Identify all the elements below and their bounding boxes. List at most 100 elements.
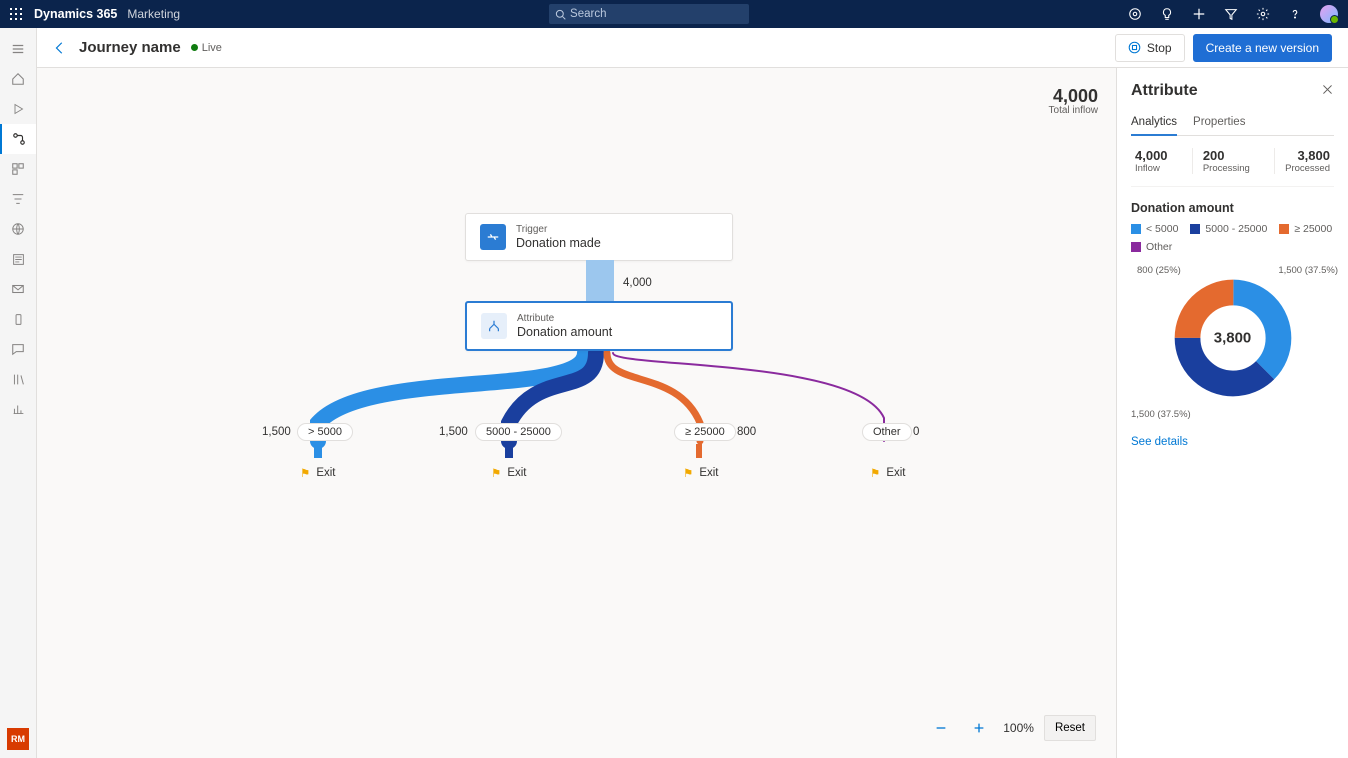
legend-swatch (1131, 224, 1141, 234)
nav-globe-icon[interactable] (0, 214, 36, 244)
trigger-kicker: Trigger (516, 224, 601, 235)
nav-filters-icon[interactable] (0, 184, 36, 214)
edge-count: 4,000 (623, 277, 652, 289)
branch-pill-3[interactable]: ≥ 25000 (674, 423, 736, 441)
branch-pill-2[interactable]: 5000 - 25000 (475, 423, 562, 441)
attribute-title: Donation amount (517, 325, 612, 339)
legend-label: Other (1146, 241, 1172, 253)
app-name: Dynamics 365 (34, 7, 117, 21)
legend-label: 5000 - 25000 (1205, 223, 1267, 235)
edge-trigger-attribute (586, 260, 614, 301)
stat-inflow-label: Inflow (1135, 163, 1168, 174)
flag-icon: ⚑ (300, 466, 310, 480)
global-header: Dynamics 365 Marketing Search (0, 0, 1348, 28)
stat-processing-label: Processing (1203, 163, 1250, 174)
legend-swatch (1131, 242, 1141, 252)
exit-3[interactable]: ⚑Exit (683, 466, 718, 480)
nav-segments-icon[interactable] (0, 154, 36, 184)
left-nav: RM (0, 28, 37, 758)
zoom-out-button[interactable] (927, 714, 955, 742)
zoom-in-button[interactable] (965, 714, 993, 742)
avatar[interactable] (1320, 5, 1338, 23)
legend-label: ≥ 25000 (1294, 223, 1332, 235)
nav-email-icon[interactable] (0, 274, 36, 304)
target-icon[interactable] (1128, 7, 1142, 21)
total-inflow-label: Total inflow (1049, 105, 1098, 116)
donut-center: 3,800 (1214, 329, 1252, 346)
legend-swatch (1190, 224, 1200, 234)
branch-count-3: 800 (737, 426, 756, 438)
flag-icon: ⚑ (870, 466, 880, 480)
donut-chart: 3,800 800 (25%) 1,500 (37.5%) 1,500 (37.… (1131, 255, 1334, 420)
nav-analytics-icon[interactable] (0, 394, 36, 424)
branch-count-1: 1,500 (262, 426, 291, 438)
command-bar: Journey name Live Stop Create a new vers… (37, 28, 1348, 68)
app-area: Marketing (127, 7, 180, 21)
app-launcher-icon[interactable] (10, 8, 22, 20)
close-icon[interactable] (1321, 83, 1334, 99)
stat-processed-label: Processed (1285, 163, 1330, 174)
legend-swatch (1279, 224, 1289, 234)
branch-count-4: 0 (913, 426, 919, 438)
stop-label: Stop (1147, 41, 1172, 55)
trigger-icon (480, 224, 506, 250)
create-version-label: Create a new version (1206, 41, 1319, 55)
branch-count-2: 1,500 (439, 426, 468, 438)
attribute-node[interactable]: Attribute Donation amount (465, 301, 733, 351)
back-button[interactable] (53, 41, 67, 55)
nav-journey-icon[interactable] (0, 124, 36, 154)
journey-canvas[interactable]: 4,000 Total inflow Trigger Donation made (37, 68, 1116, 758)
nav-home-icon[interactable] (0, 64, 36, 94)
nav-mobile-icon[interactable] (0, 304, 36, 334)
donut-label-sw: 1,500 (37.5%) (1131, 409, 1191, 420)
flag-icon: ⚑ (491, 466, 501, 480)
see-details-link[interactable]: See details (1131, 436, 1334, 448)
stat-processing-value: 200 (1203, 148, 1250, 163)
exit-2[interactable]: ⚑Exit (491, 466, 526, 480)
status-text: Live (202, 42, 222, 54)
branch-icon (481, 313, 507, 339)
search-placeholder: Search (570, 8, 606, 20)
nav-play-icon[interactable] (0, 94, 36, 124)
help-icon[interactable] (1288, 7, 1302, 21)
tab-analytics[interactable]: Analytics (1131, 110, 1177, 136)
panel-title: Attribute (1131, 82, 1321, 100)
zoom-controls: 100% Reset (927, 714, 1096, 742)
trigger-node[interactable]: Trigger Donation made (465, 213, 733, 261)
lightbulb-icon[interactable] (1160, 7, 1174, 21)
branch-pill-1[interactable]: > 5000 (297, 423, 353, 441)
nav-library-icon[interactable] (0, 364, 36, 394)
branch-pill-4[interactable]: Other (862, 423, 912, 441)
attribute-kicker: Attribute (517, 313, 612, 324)
stat-processed-value: 3,800 (1285, 148, 1330, 163)
plus-icon[interactable] (1192, 7, 1206, 21)
total-inflow: 4,000 Total inflow (1049, 86, 1098, 116)
nav-chat-icon[interactable] (0, 334, 36, 364)
exit-4[interactable]: ⚑Exit (870, 466, 905, 480)
nav-form-icon[interactable] (0, 244, 36, 274)
create-version-button[interactable]: Create a new version (1193, 34, 1332, 62)
chart-legend: < 5000 5000 - 25000 ≥ 25000 Other (1131, 223, 1334, 253)
total-inflow-value: 4,000 (1049, 86, 1098, 107)
tick-1 (314, 444, 322, 458)
gear-icon[interactable] (1256, 7, 1270, 21)
stop-button[interactable]: Stop (1115, 34, 1185, 62)
persona-badge[interactable]: RM (7, 728, 29, 750)
exit-1[interactable]: ⚑Exit (300, 466, 335, 480)
trigger-title: Donation made (516, 236, 601, 250)
tick-3 (696, 444, 702, 458)
side-panel: Attribute Analytics Properties 4,000Infl… (1116, 68, 1348, 758)
panel-tabs: Analytics Properties (1131, 110, 1334, 136)
header-actions (1128, 5, 1338, 23)
filter-icon[interactable] (1224, 7, 1238, 21)
global-search[interactable]: Search (549, 4, 749, 24)
tab-properties[interactable]: Properties (1193, 110, 1245, 135)
stat-inflow-value: 4,000 (1135, 148, 1168, 163)
legend-label: < 5000 (1146, 223, 1178, 235)
chart-title: Donation amount (1131, 201, 1334, 215)
zoom-reset-button[interactable]: Reset (1044, 715, 1096, 741)
donut-label-ne: 1,500 (37.5%) (1278, 265, 1338, 276)
donut-label-nw: 800 (25%) (1137, 265, 1181, 276)
nav-collapse-icon[interactable] (0, 34, 36, 64)
zoom-level: 100% (1003, 721, 1034, 735)
